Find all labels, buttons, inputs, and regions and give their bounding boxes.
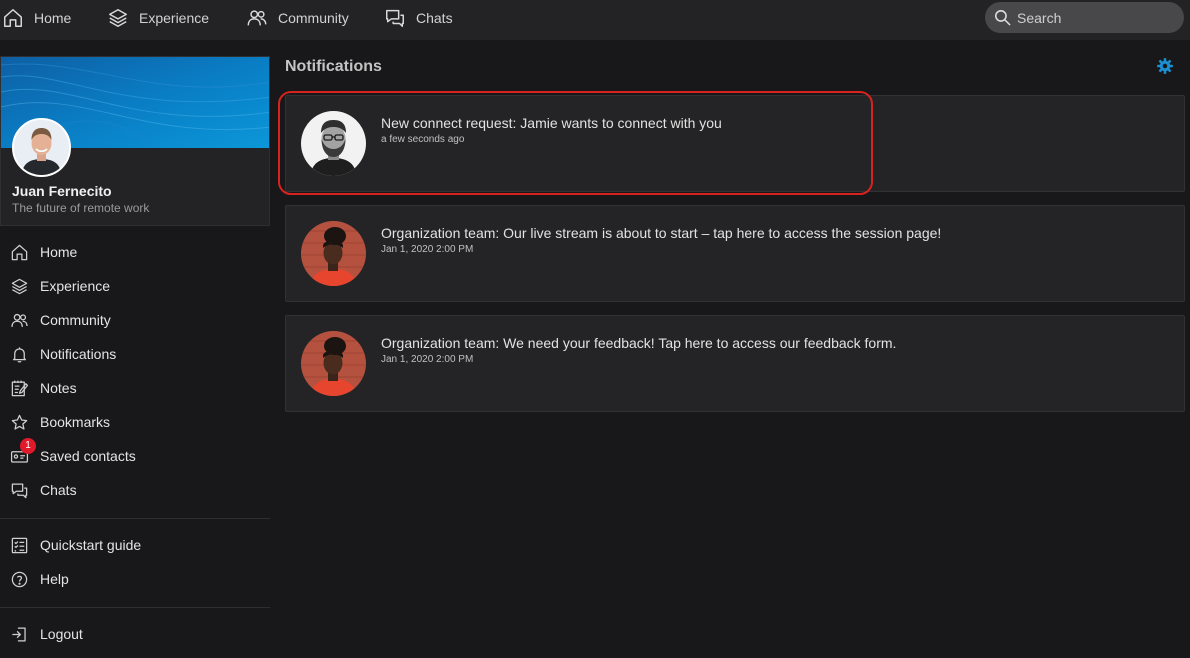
top-bar: Home Experience Community Chats	[0, 0, 1190, 40]
profile-tagline: The future of remote work	[12, 201, 150, 215]
notification-avatar	[301, 111, 366, 176]
people-icon	[11, 313, 28, 327]
sidebar-divider	[0, 607, 270, 608]
notification-badge: 1	[20, 438, 36, 454]
notification-time: Jan 1, 2020 2:00 PM	[381, 244, 474, 255]
sidebar-item-label: Experience	[40, 278, 111, 294]
notification-item[interactable]: Organization team: We need your feedback…	[285, 315, 1185, 412]
sidebar-item-notes[interactable]: Notes	[10, 376, 77, 400]
sidebar-item-logout[interactable]: Logout	[10, 622, 83, 646]
notes-icon	[11, 380, 29, 396]
page-title: Notifications	[285, 58, 382, 75]
sidebar-item-notifications[interactable]: Notifications	[10, 342, 116, 366]
notification-avatar	[301, 221, 366, 286]
sidebar-item-community[interactable]: Community	[10, 308, 111, 332]
notification-text: Organization team: Our live stream is ab…	[381, 225, 942, 241]
bell-icon	[12, 346, 27, 362]
topnav-experience[interactable]: Experience	[107, 0, 209, 36]
sidebar-item-label: Quickstart guide	[40, 537, 142, 553]
sidebar-item-label: Logout	[40, 626, 83, 642]
sidebar-item-label: Notes	[40, 380, 77, 396]
people-icon	[247, 10, 267, 26]
search-icon	[994, 9, 1011, 26]
topnav-community-label: Community	[278, 10, 349, 26]
search-input[interactable]	[1017, 9, 1167, 26]
help-icon	[11, 571, 28, 587]
topnav-chats-label: Chats	[416, 10, 453, 26]
chat-icon	[11, 483, 28, 498]
notification-avatar	[301, 331, 366, 396]
sidebar-item-chats[interactable]: Chats	[10, 478, 77, 502]
topnav-community[interactable]: Community	[246, 0, 349, 36]
profile-avatar[interactable]	[12, 118, 71, 177]
profile-name: Juan Fernecito	[12, 183, 112, 199]
sidebar-item-label: Notifications	[40, 346, 117, 362]
topnav-home[interactable]: Home	[2, 0, 71, 36]
sidebar-item-quickstart-guide[interactable]: Quickstart guide	[10, 533, 141, 557]
checklist-icon	[11, 537, 28, 553]
sidebar-item-home[interactable]: Home	[10, 240, 77, 264]
layers-icon	[11, 278, 28, 294]
chat-icon	[386, 9, 404, 27]
topnav-chats[interactable]: Chats	[384, 0, 453, 36]
notification-text: New connect request: Jamie wants to conn…	[381, 115, 722, 131]
notification-time: a few seconds ago	[381, 134, 465, 145]
sidebar-item-label: Bookmarks	[40, 414, 111, 430]
sidebar-item-label: Chats	[40, 482, 77, 498]
notification-item[interactable]: New connect request: Jamie wants to conn…	[285, 95, 1185, 192]
sidebar-item-help[interactable]: Help	[10, 567, 69, 591]
topnav-home-label: Home	[34, 10, 72, 26]
profile-card[interactable]: Juan Fernecito The future of remote work	[0, 56, 270, 226]
notification-time: Jan 1, 2020 2:00 PM	[381, 354, 474, 365]
sidebar-item-label: Saved contacts	[40, 448, 136, 464]
notification-text: Organization team: We need your feedback…	[381, 335, 897, 351]
sidebar-divider	[0, 518, 270, 519]
sidebar-item-label: Home	[40, 244, 78, 260]
layers-icon	[109, 9, 127, 27]
sidebar-item-bookmarks[interactable]: Bookmarks	[10, 410, 110, 434]
sidebar-item-experience[interactable]: Experience	[10, 274, 110, 298]
logout-icon	[12, 627, 26, 641]
notification-item[interactable]: Organization team: Our live stream is ab…	[285, 205, 1185, 302]
home-icon	[4, 9, 22, 27]
sidebar-item-label: Community	[40, 312, 111, 328]
star-icon	[11, 414, 28, 430]
sidebar-item-saved-contacts[interactable]: 1 Saved contacts	[10, 438, 136, 468]
home-icon	[11, 244, 28, 260]
gear-icon[interactable]	[1156, 57, 1174, 75]
search-box[interactable]	[985, 2, 1184, 33]
sidebar-item-label: Help	[40, 571, 69, 587]
topnav-experience-label: Experience	[139, 10, 210, 26]
